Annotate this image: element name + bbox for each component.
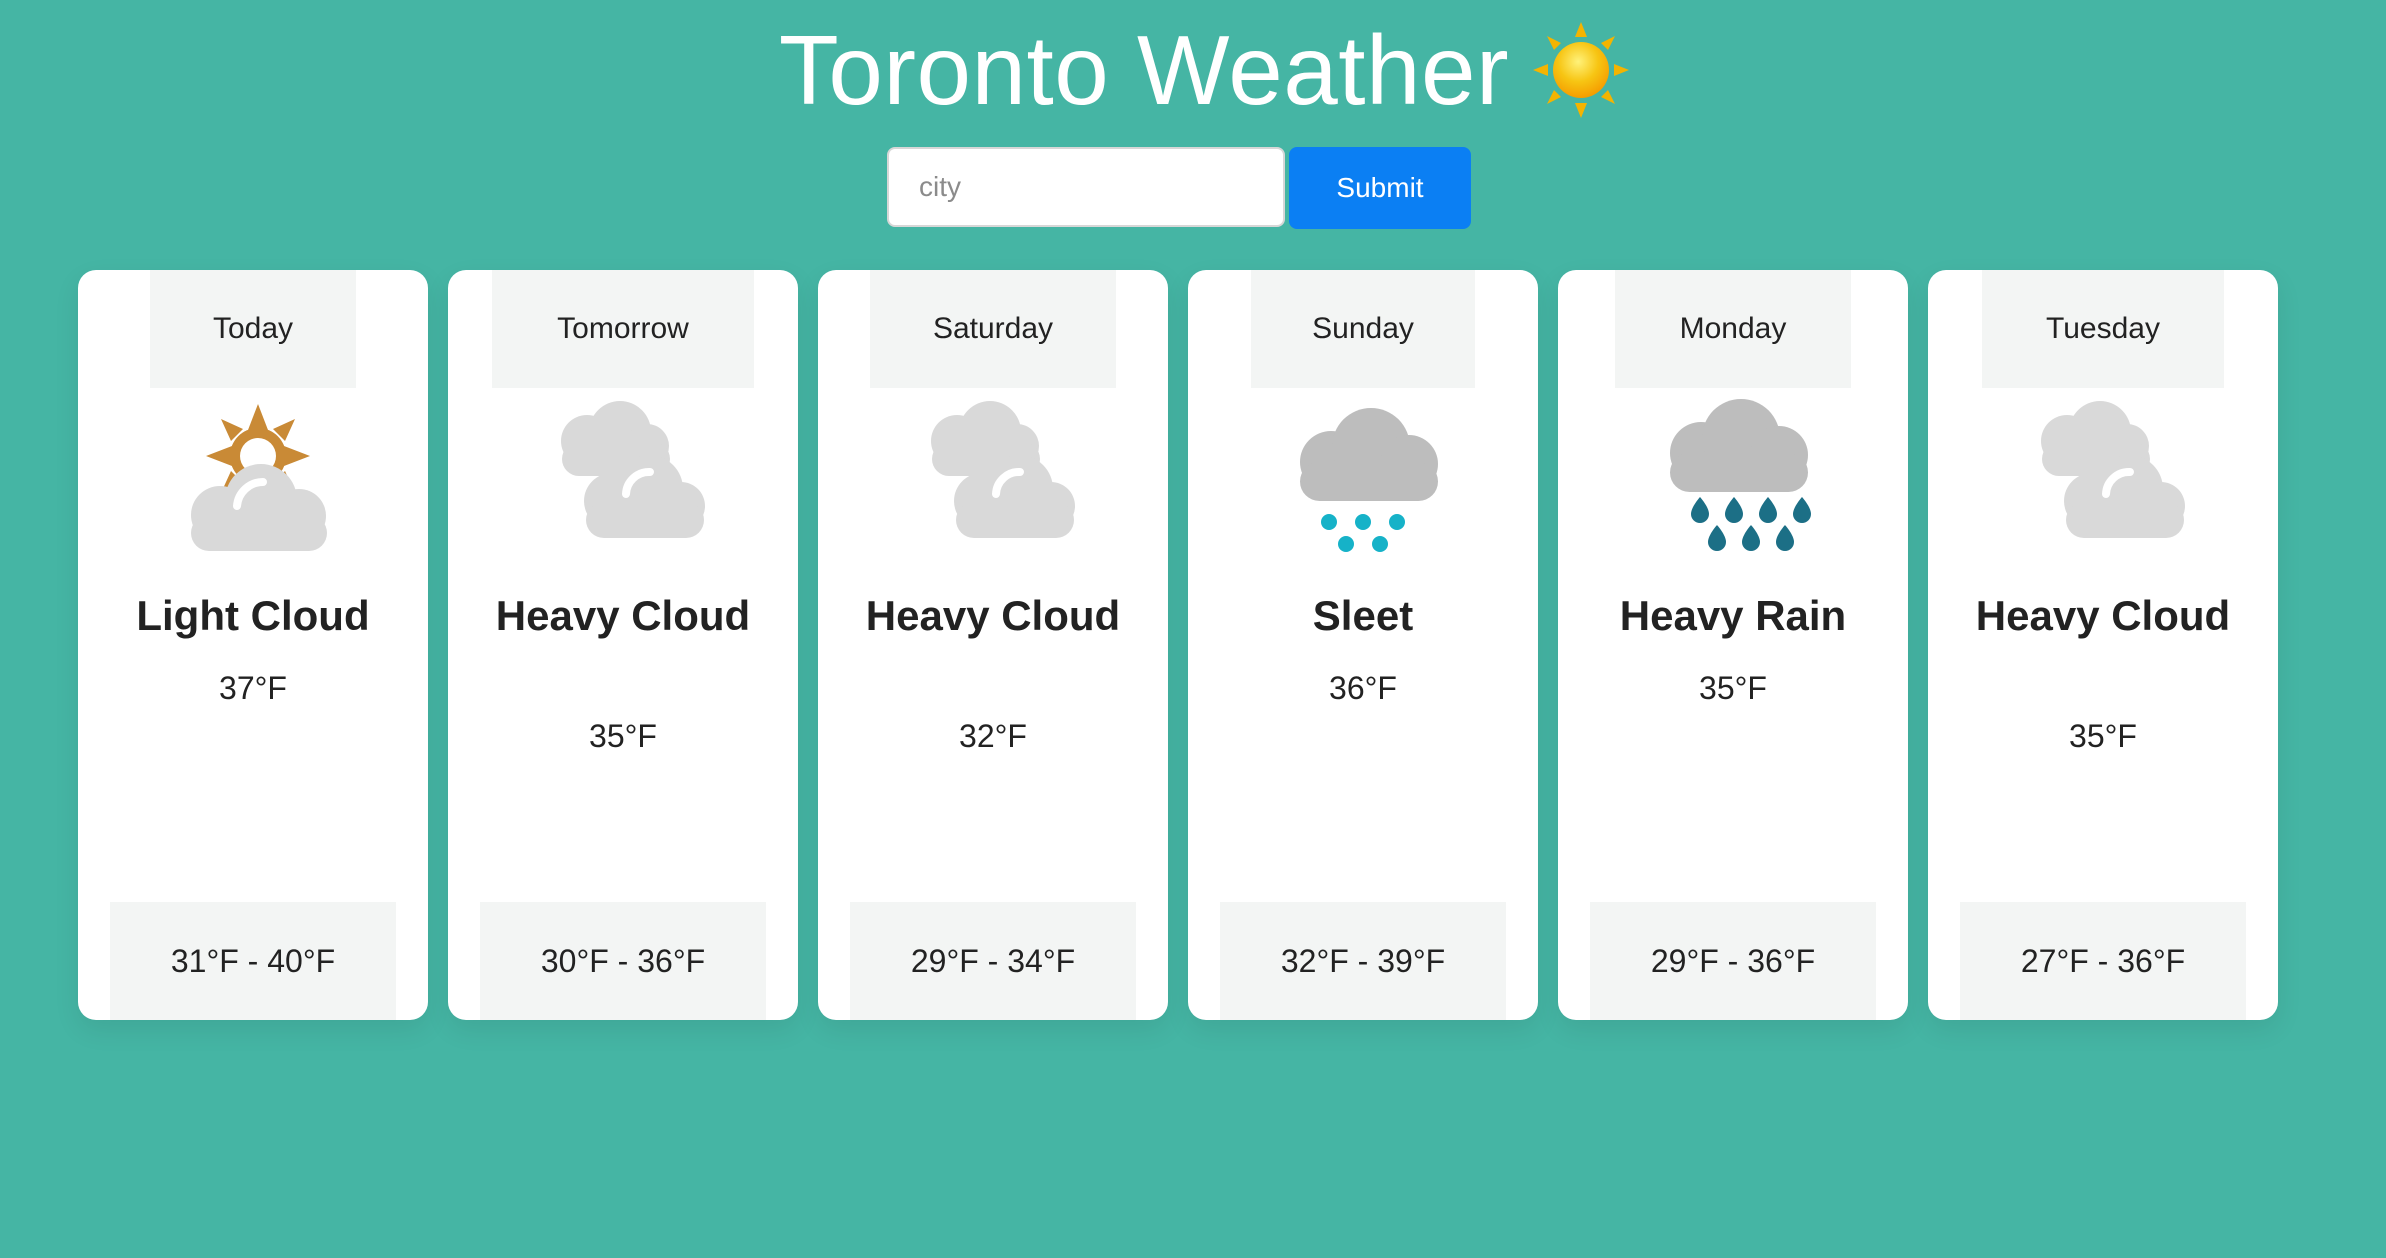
current-temperature: 37°F: [219, 670, 287, 706]
sun-icon: [1533, 22, 1630, 118]
forecast-card-sunday: Sunday Sleet 36°F 32°F - 39°F: [1188, 270, 1538, 1020]
heavy-rain-icon: [1670, 399, 1811, 551]
forecast-day-label: Today: [150, 270, 356, 388]
weather-condition: Heavy Cloud: [1975, 592, 2231, 639]
current-temperature: 35°F: [2069, 718, 2137, 754]
forecast-day-label: Tomorrow: [492, 270, 754, 388]
temperature-range: 27°F - 36°F: [1960, 902, 2246, 1020]
light-cloud-icon: [191, 404, 327, 551]
forecast-card-monday: Monday Heavy Rain 35°F 29°F - 36°F: [1558, 270, 1908, 1020]
forecast-card-saturday: Saturday Heavy Cloud 32°F 29°F - 34°F: [818, 270, 1168, 1020]
page-header: Toronto Weather: [0, 0, 2386, 140]
forecast-cards: Today Light Cloud 37°F 31°F - 40°F Tomor…: [78, 270, 2278, 1020]
heavy-cloud-icon: [2041, 401, 2185, 538]
forecast-day-label: Tuesday: [1982, 270, 2224, 388]
forecast-card-tuesday: Tuesday Heavy Cloud 35°F 27°F - 36°F: [1928, 270, 2278, 1020]
forecast-day-label: Monday: [1615, 270, 1851, 388]
forecast-day-label: Saturday: [870, 270, 1116, 388]
sleet-icon: [1300, 408, 1438, 552]
forecast-day-label: Sunday: [1251, 270, 1475, 388]
weather-condition: Light Cloud: [136, 592, 370, 639]
current-temperature: 32°F: [959, 718, 1027, 754]
temperature-range: 31°F - 40°F: [110, 902, 396, 1020]
heavy-cloud-icon: [561, 401, 705, 538]
heavy-cloud-icon: [931, 401, 1075, 538]
current-temperature: 36°F: [1329, 670, 1397, 706]
temperature-range: 30°F - 36°F: [480, 902, 766, 1020]
page-title: Toronto Weather: [778, 15, 1510, 125]
weather-condition: Heavy Cloud: [495, 592, 751, 639]
current-temperature: 35°F: [1699, 670, 1767, 706]
temperature-range: 32°F - 39°F: [1220, 902, 1506, 1020]
current-temperature: 35°F: [589, 718, 657, 754]
weather-condition: Heavy Rain: [1619, 592, 1847, 639]
weather-condition: Sleet: [1312, 592, 1414, 639]
weather-condition: Heavy Cloud: [865, 592, 1121, 639]
temperature-range: 29°F - 36°F: [1590, 902, 1876, 1020]
city-input[interactable]: [887, 147, 1285, 227]
forecast-card-today: Today Light Cloud 37°F 31°F - 40°F: [78, 270, 428, 1020]
title-wrap: Toronto Weather: [779, 20, 1631, 120]
search-bar: Submit: [887, 147, 1471, 231]
temperature-range: 29°F - 34°F: [850, 902, 1136, 1020]
forecast-card-tomorrow: Tomorrow Heavy Cloud 35°F 30°F - 36°F: [448, 270, 798, 1020]
submit-button[interactable]: Submit: [1289, 147, 1471, 229]
